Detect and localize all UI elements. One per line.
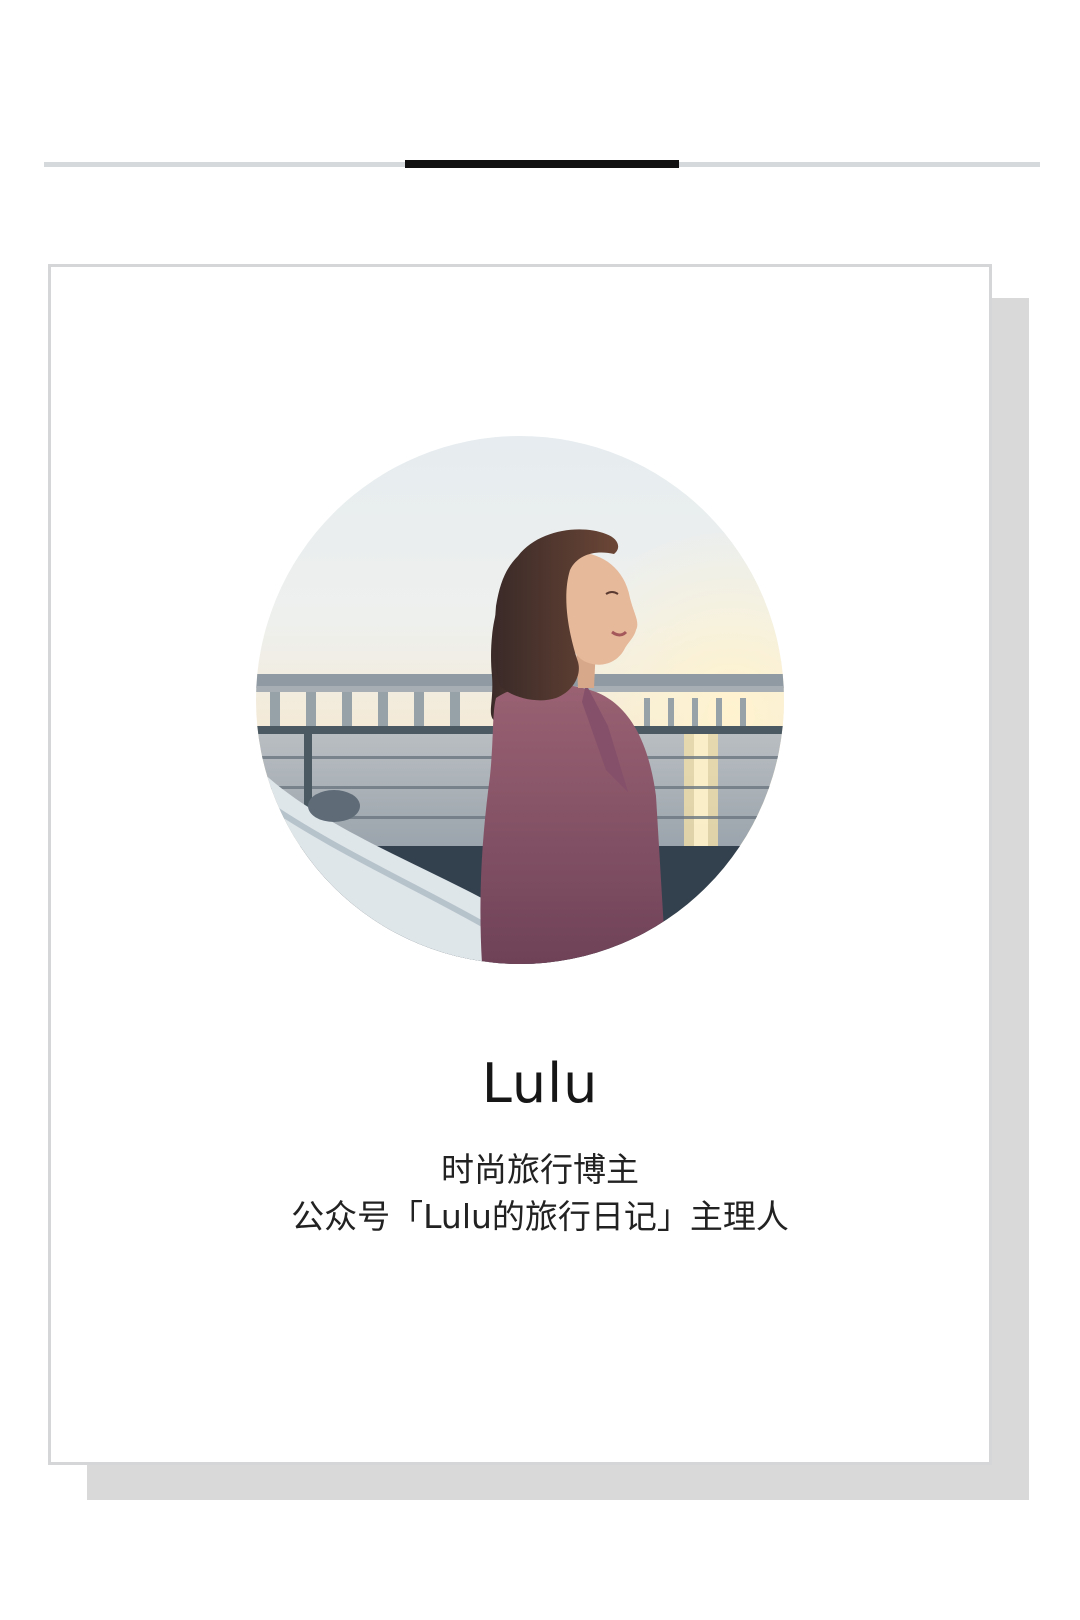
profile-name: Lulu xyxy=(481,1052,599,1115)
top-divider-accent xyxy=(405,160,679,168)
profile-tagline: 公众号「Lulu的旅行日记」主理人 xyxy=(291,1197,789,1236)
profile-role: 时尚旅行博主 xyxy=(441,1150,639,1189)
profile-photo-icon xyxy=(256,436,784,964)
avatar xyxy=(256,436,784,964)
